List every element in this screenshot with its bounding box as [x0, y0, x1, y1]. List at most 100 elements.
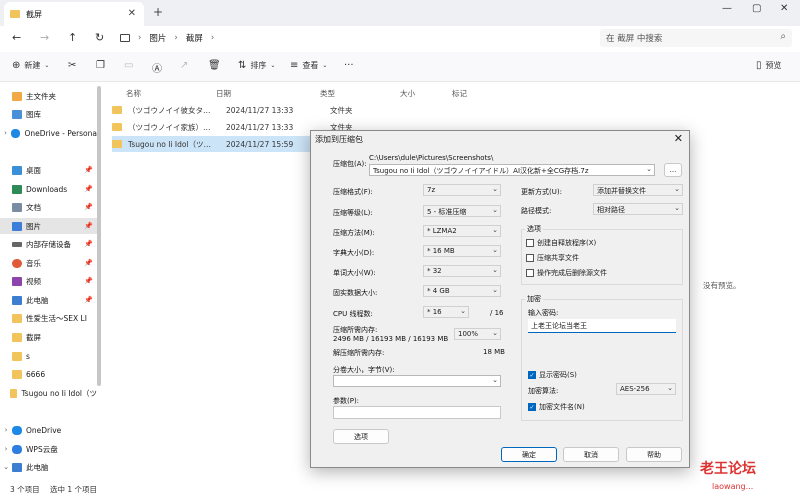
chevron-right-icon[interactable]: › — [0, 129, 11, 137]
threads-select[interactable]: * 16 ⌄ — [423, 306, 469, 318]
crumb-screenshots[interactable]: 截屏 — [186, 32, 203, 44]
sidebar-item-music[interactable]: 音乐 📌 — [0, 255, 97, 271]
chevron-down-icon: ⌄ — [492, 246, 498, 254]
folder-icon — [12, 351, 22, 361]
scissors-icon: ✂ — [68, 60, 77, 71]
desktop-icon — [12, 165, 22, 175]
sidebar-item-folder-sex[interactable]: 性爱生活～SEX LI — [0, 310, 97, 326]
level-select[interactable]: 5 - 标准压缩 ⌄ — [423, 205, 501, 217]
dialog-close-icon[interactable]: ✕ — [674, 132, 683, 145]
sort-icon: ⇅ — [238, 60, 247, 71]
solid-size-select[interactable]: * 4 GB ⌄ — [423, 285, 501, 297]
minimize-button[interactable]: — — [722, 3, 732, 14]
options-button[interactable]: 选项 — [333, 429, 389, 444]
split-size-combo[interactable]: ⌄ — [333, 375, 501, 387]
help-button[interactable]: 帮助 — [626, 447, 682, 462]
chevron-down-icon: ⌄ — [492, 329, 498, 337]
sort-button[interactable]: ⇅ 排序 ⌄ — [238, 60, 275, 71]
sidebar-item-this-pc[interactable]: ⌄ 此电脑 — [0, 459, 97, 475]
cancel-button[interactable]: 取消 — [563, 447, 619, 462]
paste-button[interactable]: ▭ — [124, 60, 137, 71]
sidebar-item-pictures[interactable]: 图片 📌 — [0, 218, 97, 234]
browse-button[interactable]: ... — [664, 163, 682, 177]
word-size-select[interactable]: * 32 ⌄ — [423, 265, 501, 277]
chevron-right-icon[interactable]: › — [0, 445, 12, 453]
copy-button[interactable]: ❐ — [96, 60, 109, 71]
forward-button[interactable]: → — [40, 31, 49, 44]
sidebar-item-gallery[interactable]: 图库 — [0, 106, 97, 122]
sidebar-item-wps[interactable]: › WPS云盘 — [0, 441, 97, 457]
delete-button[interactable]: 🗑 — [208, 60, 225, 71]
show-password-checkbox[interactable]: ✓ 显示密码(S) — [528, 370, 577, 380]
cut-button[interactable]: ✂ — [68, 60, 80, 71]
refresh-button[interactable]: ↻ — [95, 31, 104, 44]
file-row[interactable]: （ツゴウノイイ彼女タ… 2024/11/27 13:33 文件夹 — [112, 102, 472, 118]
share-button[interactable]: ↗ — [180, 60, 192, 71]
item-count: 3 个项目 — [10, 485, 40, 494]
dictionary-select[interactable]: * 16 MB ⌄ — [423, 245, 501, 257]
archive-name-combo[interactable]: Tsugou no Ii Idol（ツゴウノイイアイドル）AI汉化新+全CG存档… — [369, 164, 655, 176]
chevron-down-icon: ⌄ — [460, 307, 466, 315]
view-button[interactable]: ≡ 查看 ⌄ — [290, 60, 327, 71]
sidebar-item-onedrive-personal[interactable]: › OneDrive - Persona — [0, 125, 97, 141]
maximize-button[interactable]: ▢ — [752, 3, 761, 14]
chevron-down-icon[interactable]: ⌄ — [0, 463, 12, 471]
new-tab-button[interactable]: + — [153, 5, 163, 19]
more-button[interactable]: ··· — [344, 60, 354, 71]
word-size-label: 单词大小(W): — [333, 269, 376, 277]
sfx-checkbox[interactable]: 创建自释放程序(X) — [526, 238, 596, 248]
back-button[interactable]: ← — [12, 31, 21, 44]
sidebar-item-home[interactable]: 主文件夹 — [0, 88, 97, 104]
sidebar-item-this-pc-pinned[interactable]: 此电脑 📌 — [0, 292, 97, 308]
preview-button[interactable]: ▯ 预览 — [756, 60, 782, 71]
sidebar-item-desktop[interactable]: 桌面 📌 — [0, 162, 97, 178]
rename-button[interactable]: Ⓐ — [152, 60, 166, 75]
chevron-down-icon: ⌄ — [492, 226, 498, 234]
encryption-method-select[interactable]: AES-256 ⌄ — [616, 383, 676, 395]
sidebar-scrollbar[interactable] — [97, 86, 101, 386]
params-input[interactable] — [333, 406, 501, 419]
password-input[interactable]: 上老王论坛当老王 — [528, 319, 676, 333]
sidebar-item-videos[interactable]: 视频 📌 — [0, 273, 97, 289]
column-header-name[interactable]: 名称 — [126, 88, 141, 99]
ok-button[interactable]: 确定 — [501, 447, 557, 462]
breadcrumb[interactable]: › 图片 › 截屏 › — [120, 29, 590, 47]
column-header-size[interactable]: 大小 — [400, 88, 415, 99]
format-select[interactable]: 7z ⌄ — [423, 184, 501, 196]
params-label: 参数(P): — [333, 397, 360, 405]
close-window-button[interactable]: ✕ — [780, 3, 788, 14]
memory-percent-select[interactable]: 100% ⌄ — [454, 328, 501, 340]
chevron-right-icon[interactable]: › — [0, 426, 12, 434]
gallery-icon — [12, 109, 22, 119]
sidebar-item-folder-6666[interactable]: 6666 — [0, 366, 97, 382]
encrypt-names-checkbox[interactable]: ✓ 加密文件名(N) — [528, 402, 585, 412]
search-input[interactable]: 在 截屏 中搜索 ⌕ — [600, 29, 792, 47]
chevron-down-icon: ⌄ — [492, 286, 498, 294]
pc-icon — [120, 34, 130, 42]
tab-screenshots[interactable]: 截屏 ✕ — [4, 2, 144, 26]
new-button[interactable]: ⊕ 新建 ⌄ — [12, 60, 49, 71]
encryption-method-label: 加密算法: — [528, 387, 559, 395]
memory-label: 压缩所需内存: — [333, 326, 378, 334]
sidebar-item-onedrive[interactable]: › OneDrive — [0, 422, 97, 438]
delete-after-checkbox[interactable]: 操作完成后删除源文件 — [526, 268, 607, 278]
update-select[interactable]: 添加并替换文件 ⌄ — [593, 184, 683, 196]
column-header-tags[interactable]: 标记 — [452, 88, 467, 99]
crumb-pictures[interactable]: 图片 — [149, 32, 166, 44]
path-mode-select[interactable]: 相对路径 ⌄ — [593, 203, 683, 215]
method-select[interactable]: * LZMA2 ⌄ — [423, 225, 501, 237]
sidebar-item-folder-screenshots[interactable]: 截屏 — [0, 329, 97, 345]
shared-files-checkbox[interactable]: 压缩共享文件 — [526, 253, 579, 263]
sidebar-item-internal-storage[interactable]: 内部存储设备 📌 — [0, 236, 97, 252]
column-header-type[interactable]: 类型 — [320, 88, 335, 99]
sidebar-item-folder-s[interactable]: s — [0, 348, 97, 364]
check-icon: ✓ — [528, 371, 536, 379]
sidebar-item-downloads[interactable]: Downloads 📌 — [0, 181, 97, 197]
column-header-date[interactable]: 日期 — [216, 88, 231, 99]
sidebar-item-documents[interactable]: 文档 📌 — [0, 199, 97, 215]
up-button[interactable]: ↑ — [68, 31, 77, 44]
sidebar-item-folder-tsugou[interactable]: Tsugou no Ii Idol（ツ — [0, 385, 97, 401]
threads-label: CPU 线程数: — [333, 310, 373, 318]
pin-icon: 📌 — [84, 166, 93, 174]
close-tab-icon[interactable]: ✕ — [128, 8, 136, 19]
